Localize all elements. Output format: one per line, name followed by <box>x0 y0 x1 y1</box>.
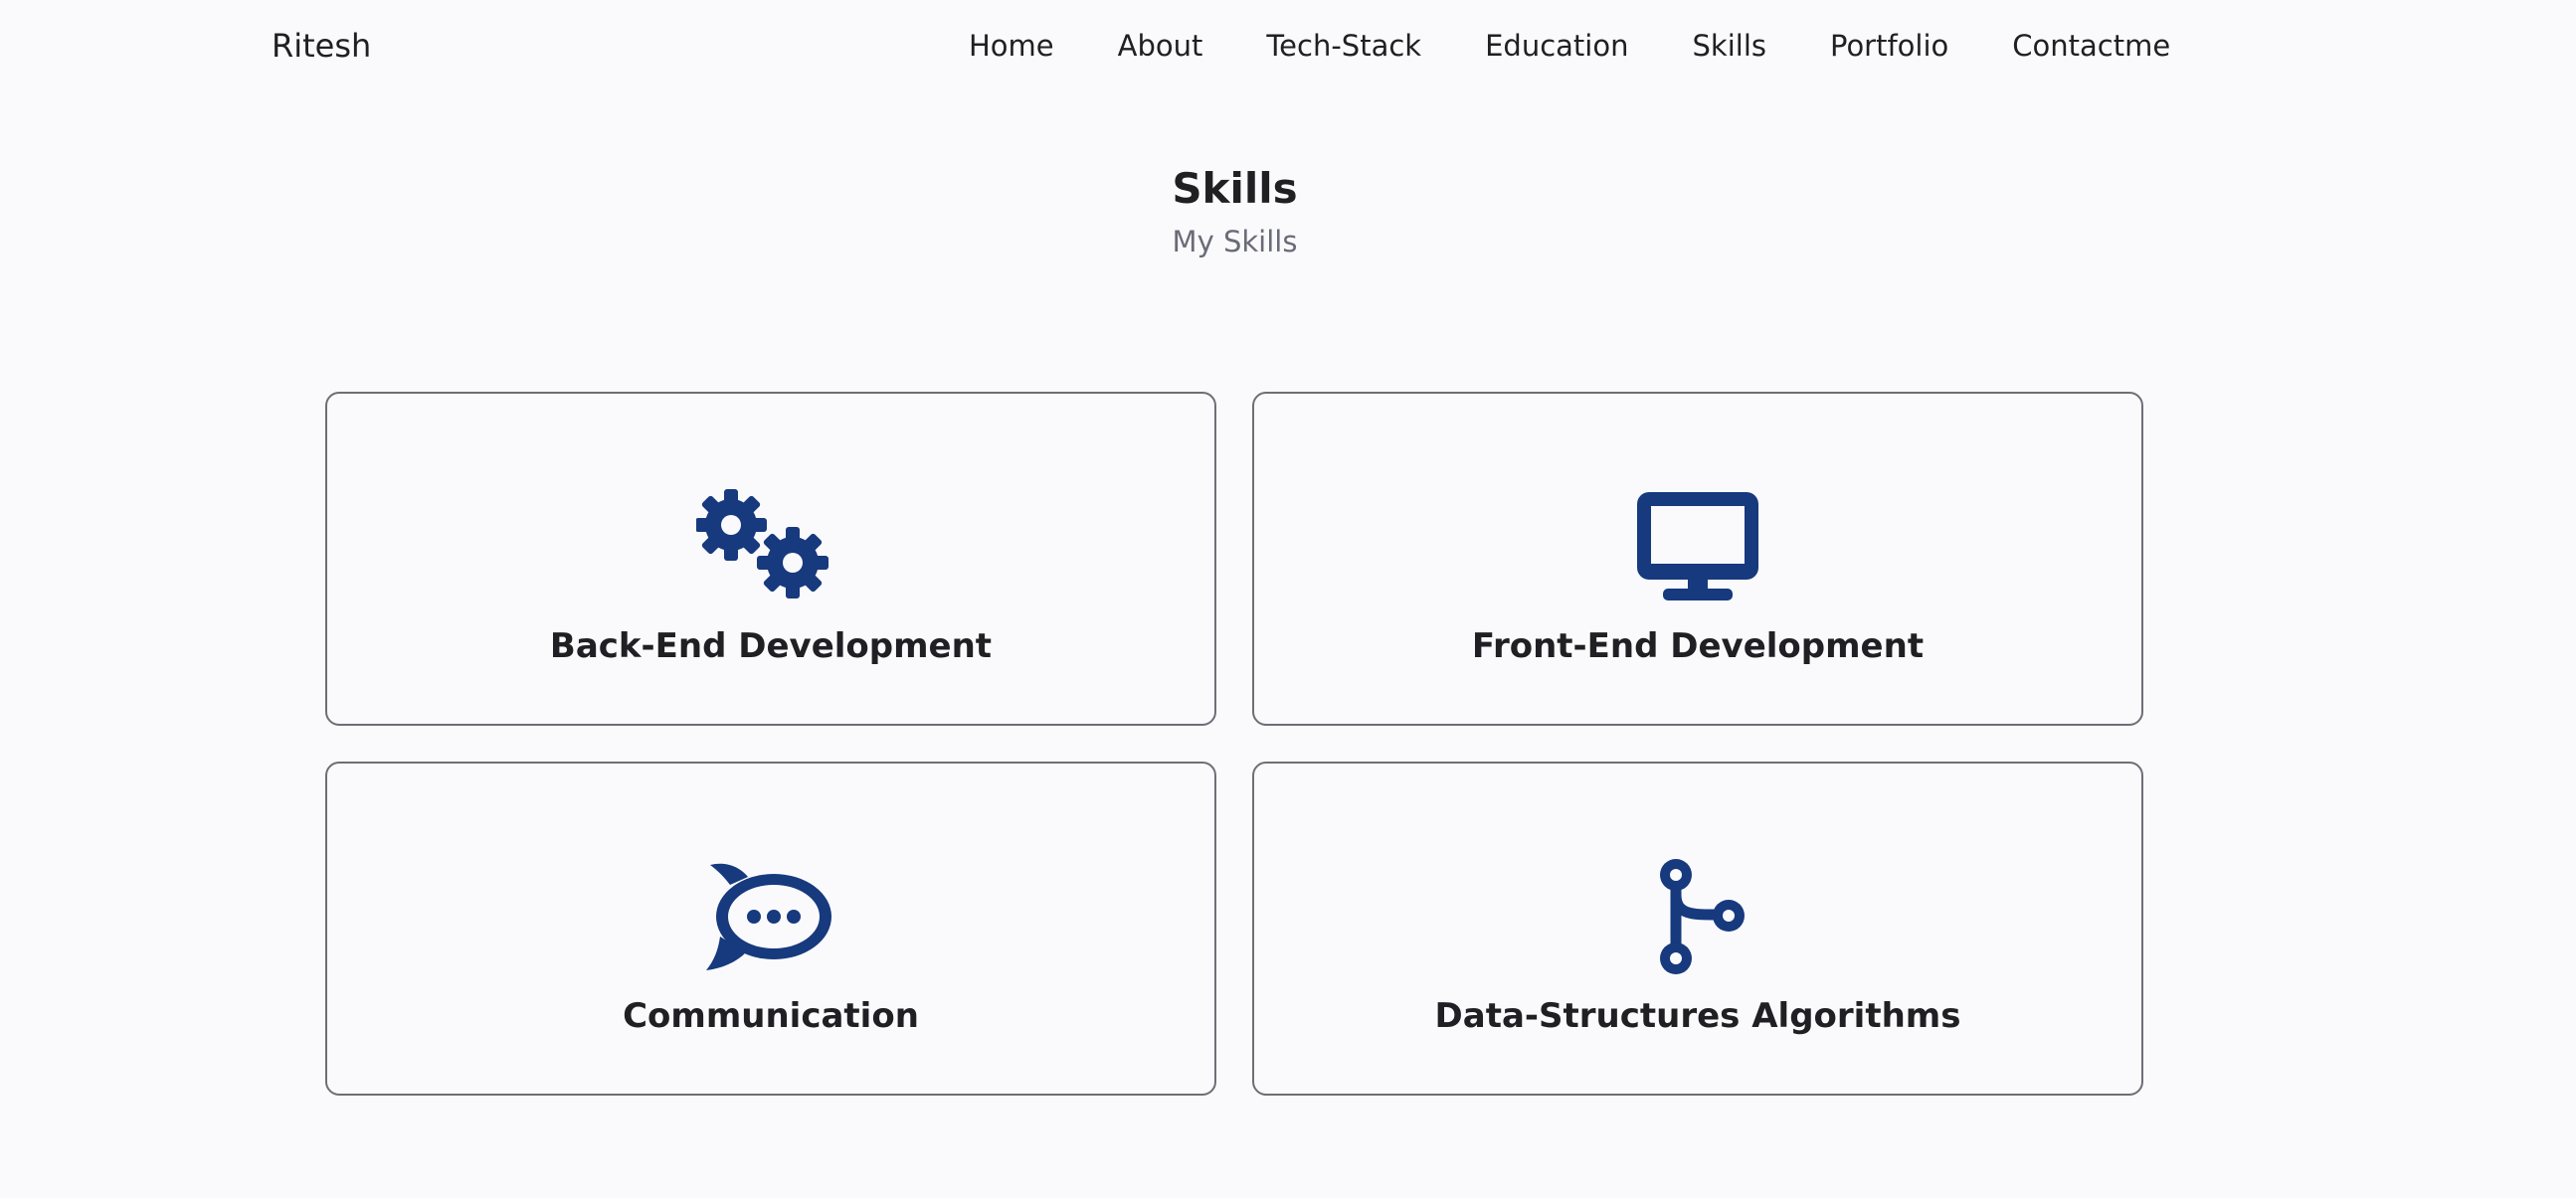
nav-link-contactme[interactable]: Contactme <box>2012 24 2170 68</box>
navbar: Ritesh Home About Tech-Stack Education S… <box>0 0 2576 91</box>
skill-card-title: Front-End Development <box>1471 626 1925 666</box>
skill-card-communication[interactable]: Communication <box>325 762 1216 1096</box>
skill-card-data-structures-algorithms[interactable]: Data-Structures Algorithms <box>1252 762 2143 1096</box>
git-branch-icon <box>1623 859 1772 976</box>
nav-link-portfolio[interactable]: Portfolio <box>1830 24 1948 68</box>
skill-card-title: Data-Structures Algorithms <box>1434 996 1961 1036</box>
skill-card-title: Communication <box>623 996 919 1036</box>
skill-card-front-end[interactable]: Front-End Development <box>1252 392 2143 726</box>
chat-bubble-icon <box>696 859 845 976</box>
nav-link-home[interactable]: Home <box>969 24 1054 68</box>
nav-link-tech-stack[interactable]: Tech-Stack <box>1266 24 1421 68</box>
nav-link-education[interactable]: Education <box>1485 24 1628 68</box>
desktop-monitor-icon <box>1623 489 1772 606</box>
section-title: Skills <box>1172 164 1298 213</box>
gears-icon <box>696 489 845 606</box>
skill-card-title: Back-End Development <box>549 626 993 666</box>
nav-menu: Home About Tech-Stack Education Skills P… <box>969 24 2170 68</box>
section-subtitle: My Skills <box>1172 225 1298 258</box>
brand-logo-text[interactable]: Ritesh <box>272 24 371 68</box>
nav-link-about[interactable]: About <box>1118 24 1203 68</box>
skill-card-back-end[interactable]: Back-End Development <box>325 392 1216 726</box>
nav-link-skills[interactable]: Skills <box>1693 24 1766 68</box>
